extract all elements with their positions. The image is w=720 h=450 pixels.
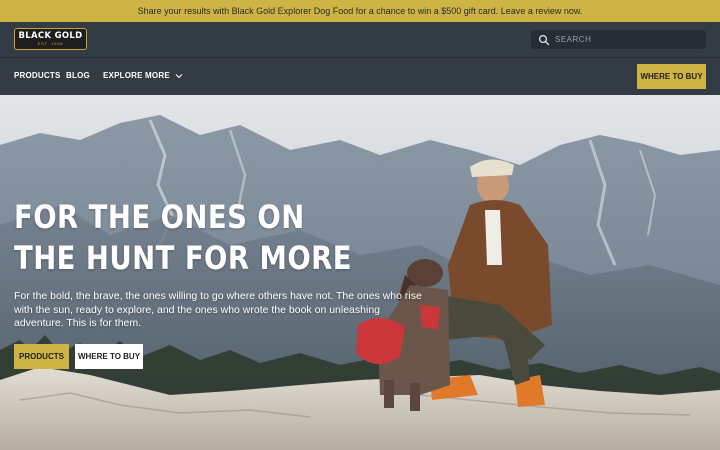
search-box[interactable]: [531, 30, 706, 49]
logo-subtext: EST. 1955: [37, 41, 64, 46]
where-to-buy-nav-button[interactable]: WHERE TO BUY: [637, 64, 706, 89]
main-nav: PRODUCTS BLOG EXPLORE MORE WHERE TO BUY: [0, 58, 720, 95]
nav-item-products[interactable]: PRODUCTS: [14, 71, 61, 80]
products-button-label[interactable]: PRODUCTS: [19, 352, 64, 361]
brand-logo[interactable]: BLACK GOLD EST. 1955: [14, 28, 87, 50]
where-to-buy-button[interactable]: WHERE TO BUY: [75, 344, 143, 369]
nav-item-explore-more[interactable]: EXPLORE MORE: [103, 71, 183, 80]
where-to-buy-button-label[interactable]: WHERE TO BUY: [78, 352, 140, 361]
chevron-down-icon[interactable]: [175, 73, 183, 79]
hero-description: For the bold, the brave, the ones willin…: [14, 290, 422, 329]
site-header: BLACK GOLD EST. 1955: [0, 22, 720, 58]
announcement-text[interactable]: Share your results with Black Gold Explo…: [138, 6, 583, 16]
logo-text: BLACK GOLD: [18, 31, 83, 41]
announcement-bar[interactable]: Share your results with Black Gold Explo…: [0, 0, 720, 22]
search-input[interactable]: [555, 35, 695, 44]
search-icon[interactable]: [538, 34, 550, 46]
hero-section: FOR THE ONES ON THE HUNT FOR MORE For th…: [0, 95, 720, 450]
where-to-buy-nav-label[interactable]: WHERE TO BUY: [640, 72, 702, 81]
nav-label-blog[interactable]: BLOG: [66, 71, 90, 80]
hero-title: FOR THE ONES ON THE HUNT FOR MORE: [14, 198, 352, 277]
nav-item-blog[interactable]: BLOG: [66, 71, 90, 80]
nav-label-products[interactable]: PRODUCTS: [14, 71, 61, 80]
products-button[interactable]: PRODUCTS: [14, 344, 69, 369]
nav-label-explore-more[interactable]: EXPLORE MORE: [103, 71, 170, 80]
